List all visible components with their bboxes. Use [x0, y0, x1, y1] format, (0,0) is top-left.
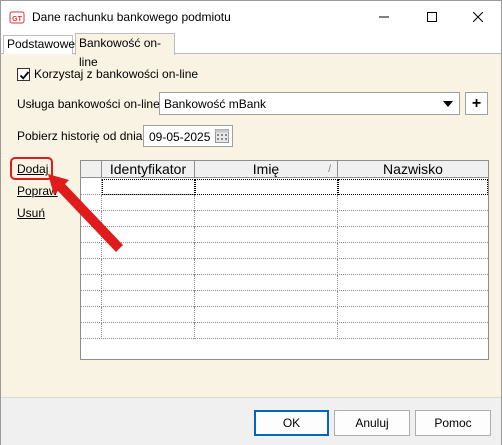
table-cell[interactable]	[102, 275, 195, 291]
table-row[interactable]	[81, 211, 488, 227]
grid-header: Identyfikator Imię / Nazwisko	[81, 161, 488, 178]
table-row[interactable]	[81, 195, 488, 211]
column-header-indicator[interactable]	[81, 161, 102, 178]
table-cell[interactable]	[338, 259, 488, 275]
table-cell[interactable]	[81, 323, 102, 339]
table-row[interactable]	[81, 179, 488, 195]
table-cell[interactable]	[338, 323, 488, 339]
table-cell[interactable]	[81, 307, 102, 323]
service-label: Usługa bankowości on-line:	[17, 97, 164, 111]
ok-button[interactable]: OK	[254, 410, 329, 436]
table-row[interactable]	[81, 259, 488, 275]
help-button[interactable]: Pomoc	[415, 410, 491, 436]
service-select[interactable]: Bankowość mBank	[159, 92, 460, 115]
calendar-icon[interactable]	[215, 129, 229, 143]
table-row[interactable]	[81, 291, 488, 307]
table-cell[interactable]	[195, 307, 338, 323]
svg-text:GT: GT	[12, 16, 22, 23]
table-cell[interactable]	[195, 179, 338, 195]
close-button[interactable]	[455, 1, 501, 32]
table-cell[interactable]	[102, 259, 195, 275]
dialog-footer: OK Anuluj Pomoc	[1, 397, 501, 445]
table-cell[interactable]	[195, 275, 338, 291]
table-cell[interactable]	[338, 275, 488, 291]
table-row[interactable]	[81, 275, 488, 291]
table-cell[interactable]	[338, 243, 488, 259]
edit-link[interactable]: Popraw	[17, 184, 58, 198]
table-cell[interactable]	[195, 227, 338, 243]
use-online-banking-row[interactable]: Korzystaj z bankowości on-line	[17, 67, 198, 81]
table-cell[interactable]	[195, 243, 338, 259]
table-cell[interactable]	[81, 179, 102, 195]
history-date-value: 09-05-2025	[149, 130, 211, 144]
table-row[interactable]	[81, 307, 488, 323]
table-cell[interactable]	[81, 211, 102, 227]
maximize-button[interactable]	[409, 1, 455, 32]
delete-link[interactable]: Usuń	[17, 206, 45, 220]
app-logo-icon: GT	[9, 11, 25, 24]
table-cell[interactable]	[102, 291, 195, 307]
window-title: Dane rachunku bankowego podmiotu	[32, 10, 231, 24]
table-cell[interactable]	[338, 179, 488, 195]
table-cell[interactable]	[81, 195, 102, 211]
tab-online-banking[interactable]: Bankowość on-line	[75, 33, 175, 69]
table-cell[interactable]	[195, 291, 338, 307]
table-cell[interactable]	[338, 307, 488, 323]
history-label: Pobierz historię od dnia:	[17, 129, 146, 143]
column-header-first-name-label: Imię	[252, 161, 280, 177]
service-select-value: Bankowość mBank	[164, 97, 267, 111]
table-cell[interactable]	[102, 227, 195, 243]
column-header-last-name[interactable]: Nazwisko	[338, 161, 488, 178]
table-cell[interactable]	[81, 227, 102, 243]
table-row[interactable]	[81, 243, 488, 259]
dialog-window: GT Dane rachunku bankowego podmiotu Pods…	[0, 0, 502, 445]
maximize-icon	[427, 11, 437, 22]
table-cell[interactable]	[195, 211, 338, 227]
table-row[interactable]	[81, 323, 488, 339]
table-cell[interactable]	[338, 291, 488, 307]
table-cell[interactable]	[338, 195, 488, 211]
add-link-highlight	[10, 157, 53, 180]
table-cell[interactable]	[102, 323, 195, 339]
table-cell[interactable]	[81, 275, 102, 291]
persons-grid[interactable]: Identyfikator Imię / Nazwisko	[80, 160, 489, 360]
close-icon	[473, 11, 483, 22]
online-banking-panel: Korzystaj z bankowości on-line Usługa ba…	[1, 54, 501, 397]
table-cell[interactable]	[102, 243, 195, 259]
history-date-field[interactable]: 09-05-2025	[143, 125, 233, 147]
column-header-identifier[interactable]: Identyfikator	[102, 161, 195, 178]
use-online-banking-checkbox[interactable]	[17, 67, 30, 81]
table-cell[interactable]	[102, 179, 195, 195]
tab-strip: Podstawowe Bankowość on-line	[1, 32, 501, 69]
minimize-button[interactable]	[361, 1, 407, 32]
table-cell[interactable]	[102, 195, 195, 211]
table-row[interactable]	[81, 227, 488, 243]
title-bar: GT Dane rachunku bankowego podmiotu	[1, 1, 501, 32]
table-cell[interactable]	[195, 195, 338, 211]
table-cell[interactable]	[195, 323, 338, 339]
table-cell[interactable]	[338, 211, 488, 227]
column-header-first-name[interactable]: Imię /	[195, 161, 338, 178]
table-cell[interactable]	[338, 227, 488, 243]
table-cell[interactable]	[81, 259, 102, 275]
tab-basic[interactable]: Podstawowe	[3, 35, 75, 54]
use-online-banking-label: Korzystaj z bankowości on-line	[34, 67, 199, 81]
chevron-down-icon[interactable]	[443, 101, 453, 107]
sort-icon: /	[328, 164, 331, 175]
table-cell[interactable]	[81, 243, 102, 259]
table-cell[interactable]	[81, 291, 102, 307]
table-cell[interactable]	[195, 259, 338, 275]
table-cell[interactable]	[102, 211, 195, 227]
table-cell[interactable]	[102, 307, 195, 323]
add-service-button[interactable]: +	[465, 92, 488, 115]
checkmark-icon	[19, 70, 30, 80]
minimize-icon	[379, 16, 389, 17]
cancel-button[interactable]: Anuluj	[334, 410, 410, 436]
